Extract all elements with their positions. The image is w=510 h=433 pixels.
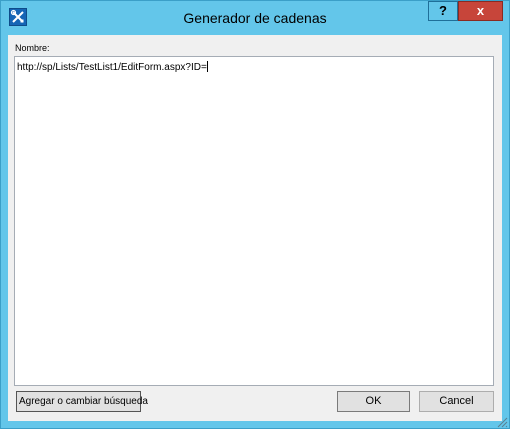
- dialog-window: Generador de cadenas ? x Nombre: http://…: [0, 0, 510, 429]
- tools-icon: [9, 8, 27, 26]
- name-textarea[interactable]: http://sp/Lists/TestList1/EditForm.aspx?…: [14, 56, 494, 386]
- title-bar[interactable]: Generador de cadenas ? x: [1, 1, 509, 35]
- dialog-body: Nombre: http://sp/Lists/TestList1/EditFo…: [8, 35, 502, 421]
- ok-button[interactable]: OK: [337, 391, 410, 412]
- cancel-button[interactable]: Cancel: [419, 391, 494, 412]
- add-or-change-lookup-button[interactable]: Agregar o cambiar búsqueda: [16, 391, 148, 412]
- name-value: http://sp/Lists/TestList1/EditForm.aspx?…: [17, 62, 207, 73]
- close-button[interactable]: x: [458, 1, 503, 21]
- name-label: Nombre:: [15, 43, 50, 53]
- resize-grip-icon[interactable]: [496, 415, 508, 428]
- help-button[interactable]: ?: [428, 1, 458, 21]
- text-caret: [206, 61, 208, 72]
